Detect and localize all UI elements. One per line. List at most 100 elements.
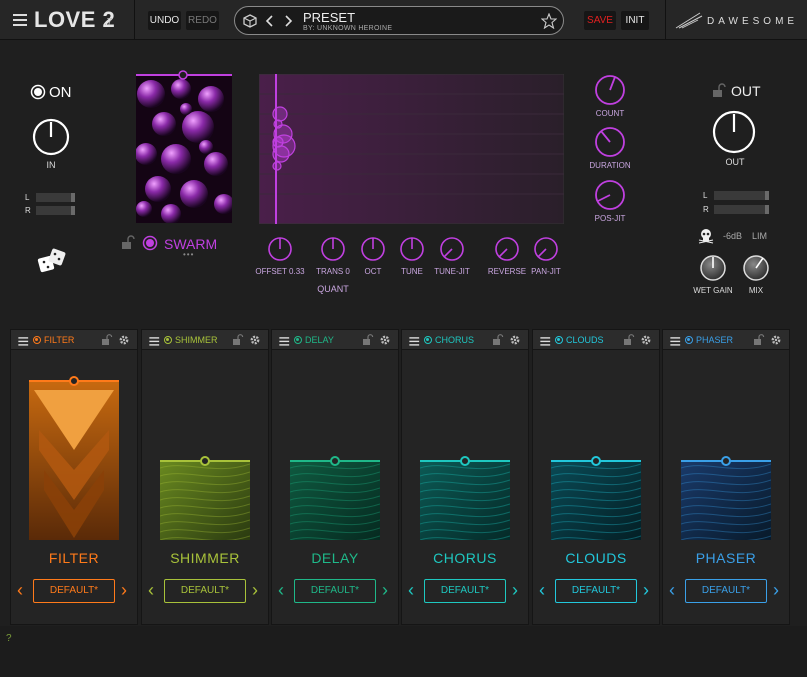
input-gain-knob[interactable] [32,118,70,156]
fx-prev-preset-icon[interactable]: ‹ [669,580,675,600]
fx-panel-delay: DELAY DELAY ‹ DEFAULT* › [271,329,399,625]
trans-knob[interactable] [320,236,346,262]
fx-next-preset-icon[interactable]: › [252,580,258,600]
swarm-image[interactable] [136,69,232,223]
fx-power-icon[interactable] [424,336,432,344]
save-button[interactable]: SAVE [584,11,616,30]
fx-lock-icon[interactable] [623,334,635,346]
skull-icon[interactable] [698,228,714,244]
swarm-power-icon[interactable] [142,235,158,251]
fx-preset-select[interactable]: DEFAULT* [294,579,376,603]
fx-power-icon[interactable] [33,336,41,344]
randomize-dice-icon[interactable] [36,246,68,278]
quant-label[interactable]: QUANT [308,284,358,294]
pan-jit-knob[interactable] [533,236,559,262]
fx-settings-gear-icon[interactable] [118,334,130,346]
fx-visual[interactable] [550,460,642,542]
swarm-more-dots[interactable]: ••• [183,250,194,259]
fx-lock-icon[interactable] [753,334,765,346]
cube-icon[interactable] [243,14,257,28]
output-meter-r [714,205,769,214]
offset-knob[interactable] [267,236,293,262]
fx-amount-handle[interactable] [69,376,79,386]
undo-button[interactable]: UNDO [148,11,181,30]
count-knob[interactable] [594,74,626,106]
help-button[interactable]: ? [6,633,12,644]
dawesome-logo-icon [675,12,703,29]
fx-settings-gear-icon[interactable] [379,334,391,346]
hamburger-menu-icon[interactable] [13,14,27,26]
fx-lock-icon[interactable] [101,334,113,346]
oct-knob[interactable] [360,236,386,262]
limiter-label[interactable]: LIM [752,231,767,241]
fx-next-preset-icon[interactable]: › [382,580,388,600]
output-meter-l-label: L [703,191,708,200]
fx-amount-handle[interactable] [200,456,210,466]
fx-visual[interactable] [289,460,381,542]
fx-power-icon[interactable] [294,336,302,344]
wet-gain-label: WET GAIN [693,286,733,295]
fx-preset-select[interactable]: DEFAULT* [685,579,767,603]
fx-menu-icon[interactable] [409,337,420,346]
fx-preset-select[interactable]: DEFAULT* [424,579,506,603]
fx-amount-handle[interactable] [721,456,731,466]
mix-knob[interactable] [742,254,770,282]
fx-visual[interactable] [29,380,119,540]
prev-preset-icon[interactable] [265,15,275,27]
fx-prev-preset-icon[interactable]: ‹ [17,580,23,600]
fx-next-preset-icon[interactable]: › [512,580,518,600]
fx-settings-gear-icon[interactable] [770,334,782,346]
duration-label: DURATION [589,161,631,170]
duration-knob[interactable] [594,126,626,158]
preset-browser[interactable]: PRESET BY: UNKNOWN HEROINE [234,6,564,35]
output-gain-knob[interactable] [712,110,756,154]
fx-settings-gear-icon[interactable] [509,334,521,346]
fx-settings-gear-icon[interactable] [249,334,261,346]
fx-menu-icon[interactable] [149,337,160,346]
fx-menu-icon[interactable] [18,337,29,346]
output-lock-icon[interactable] [711,83,727,99]
fx-amount-handle[interactable] [460,456,470,466]
fx-preset-select[interactable]: DEFAULT* [33,579,115,603]
swarm-lock-icon[interactable] [120,235,136,251]
fx-visual[interactable] [159,460,251,542]
fx-power-icon[interactable] [555,336,563,344]
level-label[interactable]: -6dB [723,231,742,241]
fx-prev-preset-icon[interactable]: ‹ [408,580,414,600]
on-label: ON [49,84,72,101]
fx-lock-icon[interactable] [492,334,504,346]
fx-menu-icon[interactable] [279,337,290,346]
fx-prev-preset-icon[interactable]: ‹ [148,580,154,600]
fx-amount-handle[interactable] [591,456,601,466]
fx-menu-icon[interactable] [540,337,551,346]
fx-visual[interactable] [419,460,511,542]
favorite-star-icon[interactable] [541,13,557,29]
fx-amount-handle[interactable] [330,456,340,466]
fx-preset-select[interactable]: DEFAULT* [555,579,637,603]
fx-lock-icon[interactable] [362,334,374,346]
power-toggle-icon[interactable] [30,84,46,100]
wet-gain-knob[interactable] [699,254,727,282]
fx-prev-preset-icon[interactable]: ‹ [278,580,284,600]
next-preset-icon[interactable] [283,15,293,27]
fx-power-icon[interactable] [685,336,693,344]
tune-knob[interactable] [399,236,425,262]
fx-settings-gear-icon[interactable] [640,334,652,346]
fx-title: SHIMMER [175,335,218,345]
fx-next-preset-icon[interactable]: › [773,580,779,600]
fx-preset-select[interactable]: DEFAULT* [164,579,246,603]
swarm-grain-display[interactable] [259,74,564,224]
fx-next-preset-icon[interactable]: › [643,580,649,600]
input-meter-r-label: R [25,206,31,215]
fx-prev-preset-icon[interactable]: ‹ [539,580,545,600]
fx-next-preset-icon[interactable]: › [121,580,127,600]
reverse-knob[interactable] [494,236,520,262]
fx-menu-icon[interactable] [670,337,681,346]
tune-jit-knob[interactable] [439,236,465,262]
fx-visual[interactable] [680,460,772,542]
redo-button[interactable]: REDO [186,11,219,30]
pos-jit-knob[interactable] [594,179,626,211]
init-button[interactable]: INIT [621,11,649,30]
fx-lock-icon[interactable] [232,334,244,346]
fx-power-icon[interactable] [164,336,172,344]
